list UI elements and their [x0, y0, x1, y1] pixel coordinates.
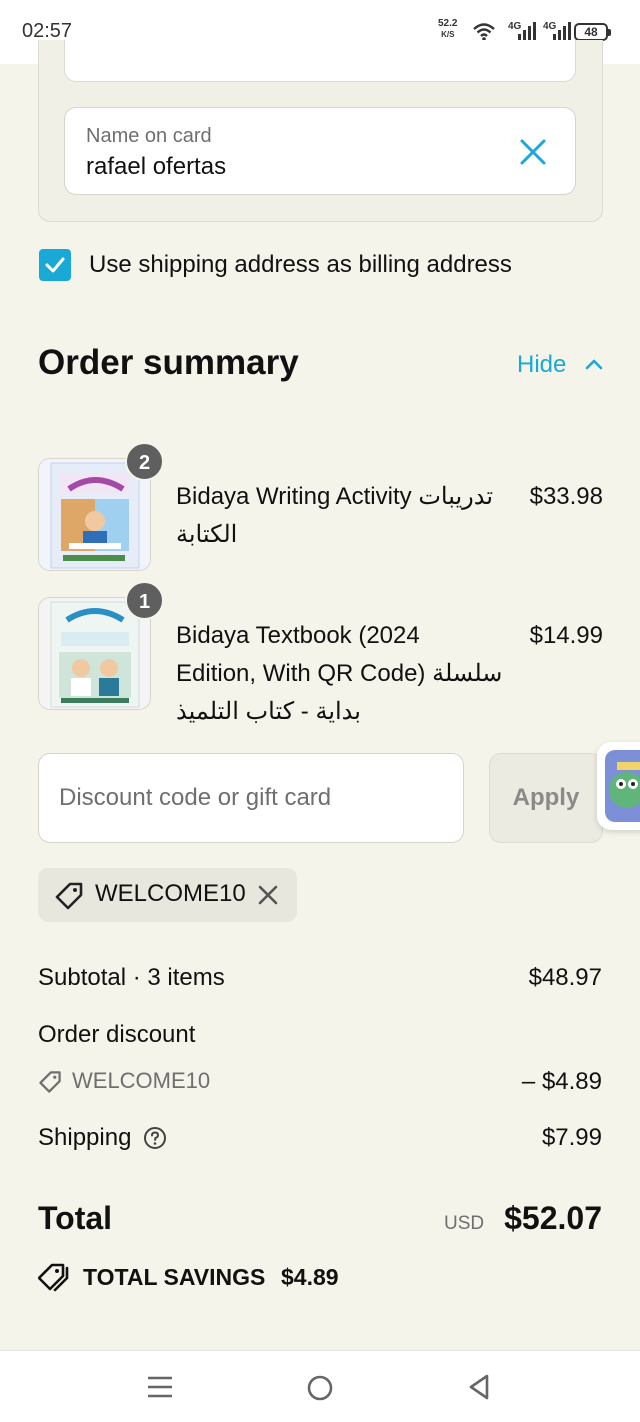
- tag-icon: [55, 882, 83, 910]
- item-title: Bidaya Textbook (2024 Edition, With QR C…: [176, 622, 503, 725]
- shipping-label: Shipping: [38, 1124, 132, 1151]
- wifi-icon: [473, 23, 495, 41]
- network-speed-value: 52.2: [438, 18, 458, 29]
- network-speed-unit: K/S: [441, 30, 455, 39]
- total-savings-label: TOTAL SAVINGS: [83, 1264, 266, 1290]
- total-label: Total: [38, 1200, 113, 1236]
- total-value: $52.07: [504, 1200, 602, 1236]
- applied-code-chip: WELCOME10: [38, 868, 297, 922]
- battery-icon: 48: [574, 23, 611, 41]
- billing-checkbox[interactable]: [39, 249, 71, 281]
- total-savings-value: $4.89: [281, 1264, 339, 1290]
- chat-mascot-icon: [605, 750, 640, 822]
- quantity-badge: 1: [125, 581, 164, 620]
- tag-icon: [39, 1071, 61, 1093]
- chevron-up-icon[interactable]: [585, 357, 603, 371]
- billing-checkbox-label[interactable]: Use shipping address as billing address: [89, 251, 512, 279]
- floating-chat-widget[interactable]: [597, 742, 640, 830]
- currency-code: USD: [444, 1213, 485, 1234]
- menu-icon[interactable]: [147, 1375, 173, 1399]
- discount-code-text: WELCOME10: [72, 1068, 211, 1093]
- name-on-card-label: Name on card: [86, 125, 212, 147]
- back-triangle-icon[interactable]: [467, 1374, 491, 1400]
- network-type-label: 4G: [543, 21, 557, 32]
- applied-code-text: WELCOME10: [95, 880, 246, 907]
- system-nav-bar: [0, 1350, 640, 1422]
- line-item: 2 Bidaya Writing Activity تدريبات الكتاب…: [38, 442, 603, 571]
- line-item: 1 Bidaya Textbook (2024 Edition, With QR…: [38, 581, 603, 725]
- apply-discount-button[interactable]: Apply: [489, 753, 603, 843]
- item-title: Bidaya Writing Activity تدريبات الكتابة: [176, 483, 494, 548]
- close-icon[interactable]: [519, 138, 547, 166]
- name-on-card-value[interactable]: rafael ofertas: [86, 153, 226, 181]
- tags-icon: [38, 1263, 69, 1292]
- hide-summary-button[interactable]: Hide: [517, 351, 566, 379]
- order-summary-title: Order summary: [38, 343, 299, 382]
- network-type-label: 4G: [508, 21, 522, 32]
- name-on-card-field[interactable]: Name on card rafael ofertas: [64, 107, 576, 195]
- item-price: $33.98: [529, 483, 603, 510]
- order-discount-label: Order discount: [38, 1021, 196, 1048]
- quantity-badge: 2: [125, 442, 164, 481]
- card-field-previous[interactable]: [64, 40, 576, 82]
- network-speed: 52.2 K/S: [438, 18, 457, 40]
- signal-icon: 4G: [543, 21, 571, 40]
- item-price: $14.99: [529, 622, 603, 649]
- battery-level: 48: [584, 25, 598, 39]
- subtotal-value: $48.97: [528, 964, 602, 991]
- shipping-value: $7.99: [541, 1124, 602, 1151]
- close-icon[interactable]: [258, 885, 278, 905]
- discount-value: – $4.89: [521, 1068, 602, 1095]
- home-circle-icon[interactable]: [307, 1375, 333, 1401]
- discount-code-input[interactable]: Discount code or gift card: [38, 753, 464, 843]
- help-circle-icon[interactable]: [143, 1126, 167, 1150]
- checkmark-icon: [45, 257, 65, 273]
- subtotal-label: Subtotal · 3 items: [38, 964, 225, 991]
- signal-icon: 4G: [508, 21, 536, 40]
